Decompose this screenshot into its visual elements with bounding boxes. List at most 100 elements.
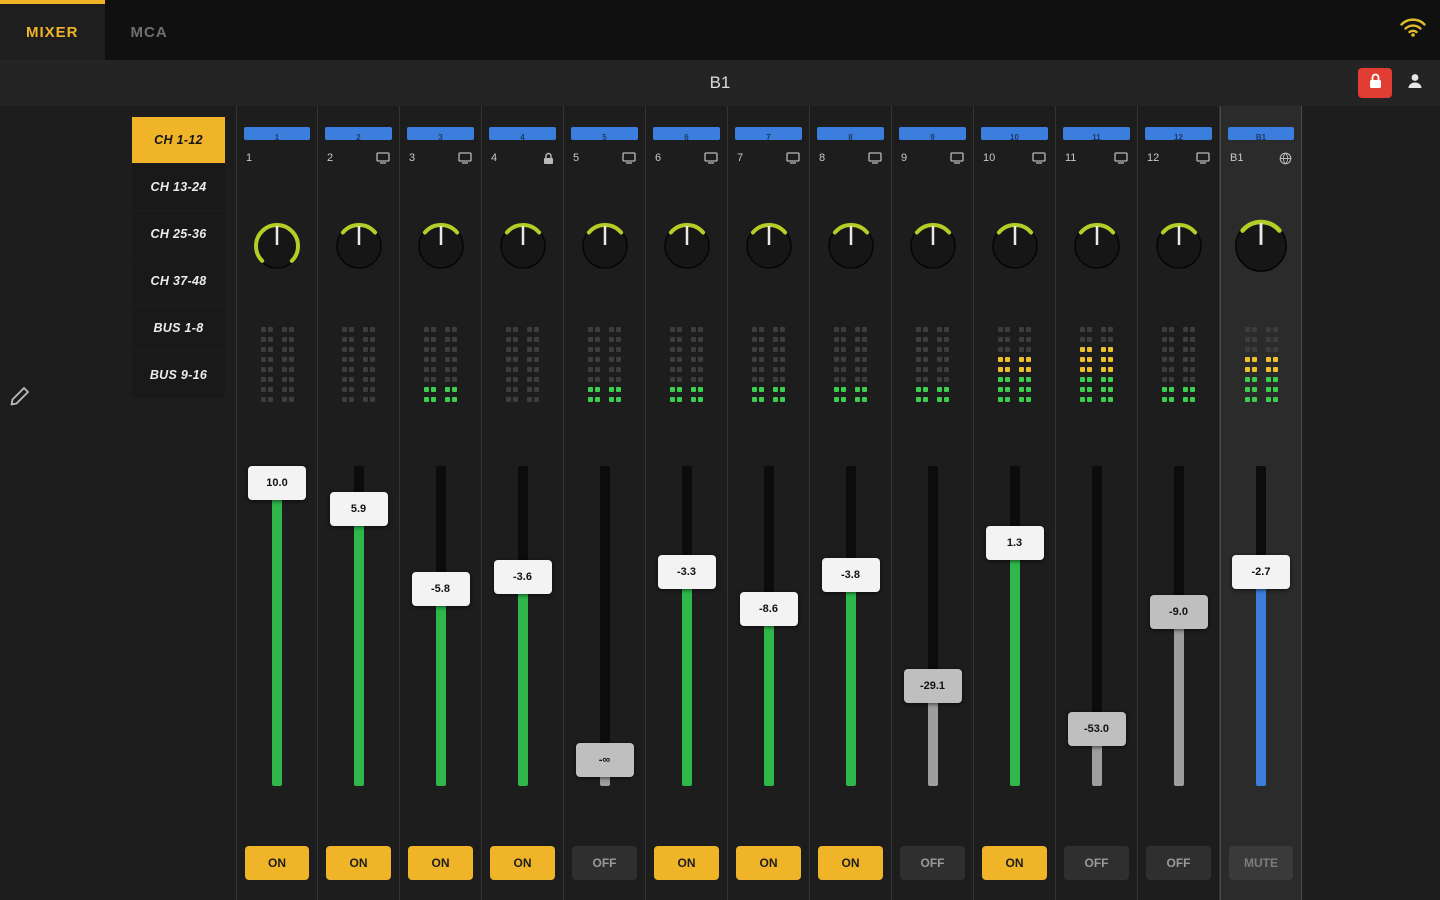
meter-right-column (1101, 310, 1113, 402)
channel-color-bar[interactable]: 12 (1145, 127, 1212, 142)
fader-handle[interactable]: -9.0 (1149, 594, 1208, 629)
channel-head: 11 (1065, 148, 1128, 168)
channel-color-bar[interactable]: 8 (817, 127, 884, 142)
meter-left-column (506, 310, 518, 402)
level-meter (482, 310, 563, 402)
channel-state-button[interactable]: OFF (1146, 846, 1211, 880)
monitor-icon (704, 152, 718, 164)
channel-number: 4 (491, 152, 498, 164)
channel-head: 6 (655, 148, 718, 168)
fader-handle[interactable]: -3.3 (657, 554, 716, 589)
edit-pencil-icon[interactable] (8, 384, 34, 410)
pan-knob[interactable] (987, 218, 1043, 279)
channel-strip-9: 9 9 -29.1 OFF (892, 106, 974, 900)
channel-state-button[interactable]: ON (982, 846, 1047, 880)
channel-color-bar[interactable]: 5 (571, 127, 638, 142)
channel-state-button[interactable]: OFF (572, 846, 637, 880)
tab-mixer[interactable]: MIXER (0, 0, 105, 60)
channel-head: 7 (737, 148, 800, 168)
channel-color-bar[interactable]: 7 (735, 127, 802, 142)
channel-color-bar[interactable]: B1 (1228, 127, 1294, 142)
meter-right-column (691, 310, 703, 402)
channel-head: B1 (1230, 148, 1292, 168)
pan-knob[interactable] (249, 218, 305, 279)
fader-handle[interactable]: -2.7 (1232, 554, 1290, 589)
channel-strip-1: 1 1 10.0 ON (236, 106, 318, 900)
channel-color-bar[interactable]: 6 (653, 127, 720, 142)
channel-color-label: 10 (1010, 133, 1019, 142)
user-button[interactable] (1398, 68, 1432, 98)
bank-ch-25-36[interactable]: CH 25-36 (132, 211, 225, 257)
pan-knob[interactable] (905, 218, 961, 279)
channel-state-button[interactable]: ON (245, 846, 309, 880)
channel-state-button[interactable]: MUTE (1229, 846, 1293, 880)
meter-left-column (1080, 310, 1092, 402)
channel-head: 12 (1147, 148, 1210, 168)
monitor-icon (1032, 152, 1046, 164)
channel-number: 3 (409, 152, 416, 164)
fader-handle[interactable]: -5.8 (411, 571, 470, 606)
channel-color-bar[interactable]: 10 (981, 127, 1048, 142)
channel-color-bar[interactable]: 11 (1063, 127, 1130, 142)
fader-fill (1009, 543, 1020, 786)
pan-knob[interactable] (495, 218, 551, 279)
bank-bus-9-16[interactable]: BUS 9-16 (132, 352, 225, 398)
pan-knob[interactable] (823, 218, 879, 279)
pan-knob[interactable] (1151, 218, 1207, 279)
channel-state-button[interactable]: ON (326, 846, 391, 880)
pan-knob[interactable] (577, 218, 633, 279)
bank-ch-1-12[interactable]: CH 1-12 (132, 117, 225, 163)
fader-handle[interactable]: 10.0 (248, 466, 306, 500)
meter-right-column (609, 310, 621, 402)
level-meter (564, 310, 645, 402)
fader-fill (763, 608, 774, 786)
channel-number: 1 (246, 152, 253, 164)
meter-left-column (670, 310, 682, 402)
channel-state-button[interactable]: ON (818, 846, 883, 880)
fader-handle[interactable]: 5.9 (329, 491, 388, 526)
fader-handle[interactable]: -3.6 (493, 560, 552, 595)
channel-color-bar[interactable]: 4 (489, 127, 556, 142)
bank-bus-1-8[interactable]: BUS 1-8 (132, 305, 225, 351)
bank-ch-37-48[interactable]: CH 37-48 (132, 258, 225, 304)
channel-state-button[interactable]: ON (408, 846, 473, 880)
fader-track[interactable] (599, 466, 610, 786)
channel-state-button[interactable]: ON (654, 846, 719, 880)
channel-number: B1 (1230, 152, 1244, 164)
fader-handle[interactable]: -8.6 (739, 591, 798, 626)
meter-right-column (1265, 310, 1278, 402)
pan-knob[interactable] (331, 218, 387, 279)
bank-ch-13-24[interactable]: CH 13-24 (132, 164, 225, 210)
fader-handle[interactable]: -∞ (575, 743, 634, 778)
monitor-icon (1114, 152, 1128, 164)
lock-button[interactable] (1358, 68, 1392, 98)
meter-left-column (1162, 310, 1174, 402)
pan-knob[interactable] (741, 218, 797, 279)
meter-left-column (260, 310, 273, 402)
channel-strip-6: 6 6 -3.3 ON (646, 106, 728, 900)
level-meter (810, 310, 891, 402)
channel-head: 8 (819, 148, 882, 168)
pan-knob[interactable] (659, 218, 715, 279)
fader-handle[interactable]: 1.3 (985, 526, 1044, 561)
fader-handle[interactable]: -53.0 (1067, 711, 1126, 746)
channel-state-button[interactable]: OFF (900, 846, 965, 880)
channel-state-button[interactable]: OFF (1064, 846, 1129, 880)
channel-color-bar[interactable]: 2 (325, 127, 392, 142)
fader-handle[interactable]: -29.1 (903, 669, 962, 704)
fader-handle[interactable]: -3.8 (821, 557, 880, 592)
channel-color-bar[interactable]: 3 (407, 127, 474, 142)
channel-number: 8 (819, 152, 826, 164)
pan-knob[interactable] (1229, 214, 1293, 283)
wifi-icon (1400, 17, 1426, 42)
meter-left-column (1244, 310, 1257, 402)
channel-color-bar[interactable]: 1 (244, 127, 310, 142)
pan-knob[interactable] (413, 218, 469, 279)
fader-fill (353, 508, 364, 786)
channel-state-button[interactable]: ON (736, 846, 801, 880)
channel-color-bar[interactable]: 9 (899, 127, 966, 142)
tab-mca[interactable]: MCA (105, 0, 194, 60)
channel-state-button[interactable]: ON (490, 846, 555, 880)
pan-knob[interactable] (1069, 218, 1125, 279)
channel-color-label: B1 (1255, 133, 1267, 142)
